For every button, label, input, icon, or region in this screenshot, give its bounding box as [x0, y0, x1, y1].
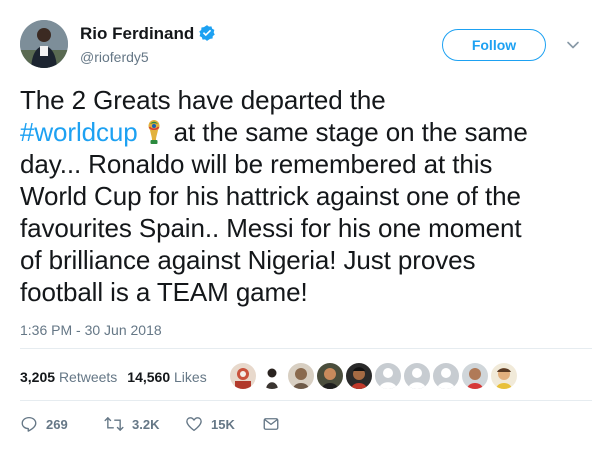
envelope-icon — [263, 418, 279, 430]
likes-stat[interactable]: 14,560 Likes — [127, 369, 206, 385]
liker-avatar[interactable] — [287, 362, 315, 390]
liker-avatar[interactable] — [258, 362, 286, 390]
divider — [20, 400, 592, 401]
like-count: 15K — [211, 417, 235, 432]
verified-badge-icon — [198, 24, 216, 47]
reply-button[interactable]: 269 — [20, 415, 68, 435]
chevron-down-icon[interactable] — [566, 38, 580, 52]
divider — [20, 348, 592, 349]
engagement-stats: 3,205 Retweets 14,560 Likes — [20, 369, 207, 385]
tweet-text-span: at the same stage on the same — [173, 117, 528, 147]
author-name[interactable]: Rio Ferdinand — [80, 24, 216, 47]
liker-avatar[interactable] — [374, 362, 402, 390]
liker-avatar[interactable] — [403, 362, 431, 390]
liker-avatar[interactable] — [490, 362, 518, 390]
tweet-text-line: football is a TEAM game! — [20, 277, 308, 307]
avatar-image — [20, 20, 68, 68]
retweet-icon — [104, 417, 124, 431]
tweet-text-line: The 2 Greats have departed the — [20, 85, 386, 115]
tweet-text-line: World Cup for his hattrick against one o… — [20, 181, 521, 211]
retweet-button[interactable]: 3.2K — [104, 415, 159, 435]
tweet-text-line: favourites Spain.. Messi for his one mom… — [20, 213, 522, 243]
author-handle[interactable]: @rioferdy5 — [80, 49, 149, 65]
retweet-count: 3.2K — [132, 417, 160, 432]
tweet-text-line: of brilliance against Nigeria! Just prov… — [20, 245, 476, 275]
like-button[interactable]: 15K — [185, 415, 235, 435]
retweets-count: 3,205 — [20, 369, 56, 385]
tweet-text-line: day... Ronaldo will be remembered at thi… — [20, 149, 493, 179]
liker-avatar[interactable] — [316, 362, 344, 390]
liker-avatar[interactable] — [229, 362, 257, 390]
likes-count: 14,560 — [127, 369, 171, 385]
tweet-card: Rio Ferdinand @rioferdy5 Follow The 2 Gr… — [0, 0, 612, 455]
tweet-timestamp[interactable]: 1:36 PM - 30 Jun 2018 — [20, 322, 162, 338]
tweet-text-line: #worldcup at the same stage on the same — [20, 116, 600, 148]
tweet-text: The 2 Greats have departed the #worldcup… — [20, 84, 600, 308]
retweets-stat[interactable]: 3,205 Retweets — [20, 369, 117, 385]
author-name-text: Rio Ferdinand — [80, 24, 195, 43]
author-avatar[interactable] — [20, 20, 68, 68]
heart-icon — [186, 417, 202, 432]
reply-count: 269 — [46, 417, 68, 432]
world-cup-trophy-icon — [148, 120, 160, 144]
retweets-label: Retweets — [58, 369, 118, 385]
liker-avatar[interactable] — [461, 362, 489, 390]
direct-message-button[interactable] — [262, 415, 288, 435]
likes-label: Likes — [174, 369, 207, 385]
liker-avatar[interactable] — [345, 362, 373, 390]
hashtag-link[interactable]: #worldcup — [20, 117, 138, 147]
liker-avatar[interactable] — [432, 362, 460, 390]
follow-button[interactable]: Follow — [442, 29, 546, 61]
reply-icon — [21, 416, 37, 432]
